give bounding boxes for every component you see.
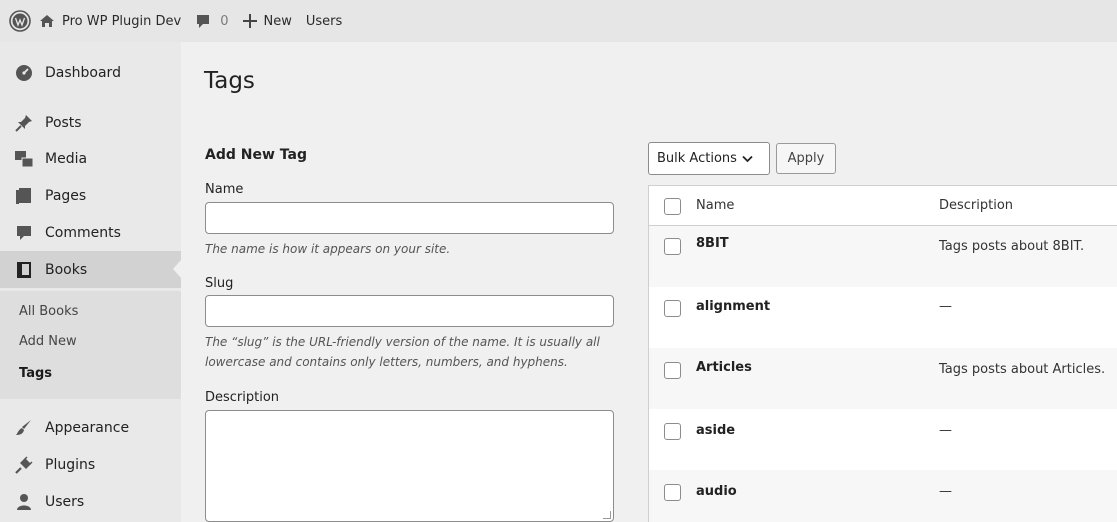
add-new-tag-heading: Add New Tag [205,147,307,163]
users-link[interactable]: Users [306,14,342,29]
menu-plugins[interactable]: Plugins [0,446,181,483]
row-checkbox[interactable] [664,484,681,501]
submenu-add-new[interactable]: Add New [19,334,77,349]
bulk-actions-select[interactable]: Bulk Actions [648,142,770,175]
menu-comments[interactable]: Comments [0,214,181,251]
slug-help-text-line2: lowercase and contains only letters, num… [205,355,568,369]
menu-appearance[interactable]: Appearance [0,409,181,446]
resize-grip-icon[interactable] [603,511,611,519]
comments-count: 0 [220,13,229,29]
tag-name-link[interactable]: Articles [696,360,752,375]
admin-bar: Pro WP Plugin Dev 0 New Users [0,0,1117,42]
tag-description: — [939,484,952,499]
name-label: Name [205,182,244,197]
menu-label: Plugins [45,456,96,473]
menu-media[interactable]: Media [0,140,181,177]
tag-name-link[interactable]: 8BIT [696,236,729,251]
menu-label: Comments [45,224,121,241]
menu-pages[interactable]: Pages [0,177,181,214]
page-title: Tags [204,68,255,94]
menu-dashboard[interactable]: Dashboard [0,54,181,91]
select-all-checkbox[interactable] [664,198,681,215]
column-header-description[interactable]: Description [939,198,1013,213]
menu-label: Books [45,261,88,278]
comment-icon [14,223,34,243]
menu-books[interactable]: Books [0,251,181,288]
slug-help-text-line1: The “slug” is the URL-friendly version o… [205,335,600,349]
tag-name-input[interactable] [205,202,614,234]
tag-name-link[interactable]: aside [696,423,735,438]
bulk-actions-value: Bulk Actions [657,151,737,166]
tag-name-link[interactable]: audio [696,484,737,499]
table-row: aside — [649,409,1117,470]
book-icon [14,260,34,280]
table-row: alignment — [649,287,1117,348]
chevron-down-icon [742,155,753,162]
menu-posts[interactable]: Posts [0,104,181,141]
tag-description: — [939,423,952,438]
menu-label: Users [45,493,85,510]
comment-bubble-icon [197,14,210,28]
menu-label: Dashboard [45,64,121,81]
brush-icon [14,418,34,438]
table-row: Articles Tags posts about Articles. [649,348,1117,409]
plug-icon [14,455,34,475]
new-label: New [263,13,292,29]
admin-sidebar: Dashboard Posts Media Pages Comments Boo… [0,42,181,522]
tag-description: — [939,299,952,314]
site-name-link[interactable]: Pro WP Plugin Dev [39,14,181,29]
comments-link[interactable]: 0 [195,13,229,29]
table-header: Name Description [649,186,1117,226]
submenu-all-books[interactable]: All Books [19,304,78,319]
table-row: audio — [649,470,1117,522]
tag-slug-input[interactable] [205,295,614,327]
tag-description: Tags posts about 8BIT. [939,239,1085,254]
media-icon [14,149,34,169]
site-name: Pro WP Plugin Dev [62,13,182,29]
users-label: Users [305,13,343,29]
apply-button[interactable]: Apply [776,143,836,174]
tag-description: Tags posts about Articles. [939,362,1106,377]
menu-label: Appearance [45,419,130,436]
user-icon [14,492,34,512]
menu-label: Media [45,150,88,167]
pages-icon [14,186,34,206]
tags-table: Name Description 8BIT Tags posts about 8… [648,185,1117,522]
plus-icon [242,14,257,28]
menu-users[interactable]: Users [0,483,181,520]
menu-label: Pages [45,187,87,204]
wordpress-logo-icon[interactable] [9,10,31,32]
row-checkbox[interactable] [664,423,681,440]
tag-description-textarea[interactable] [205,410,614,522]
row-checkbox[interactable] [664,362,681,379]
row-checkbox[interactable] [664,300,681,317]
tag-name-link[interactable]: alignment [696,299,770,314]
slug-label: Slug [205,276,234,291]
home-icon [40,15,54,27]
row-checkbox[interactable] [664,238,681,255]
description-label: Description [205,390,280,405]
current-menu-arrow [173,260,181,278]
new-content-link[interactable]: New [242,13,292,29]
menu-label: Posts [45,114,82,131]
name-help-text: The name is how it appears on your site. [205,242,451,256]
column-header-name[interactable]: Name [696,198,734,213]
submenu-tags[interactable]: Tags [19,366,52,381]
dashboard-icon [14,63,34,83]
table-row: 8BIT Tags posts about 8BIT. [649,226,1117,287]
pin-icon [14,113,34,133]
